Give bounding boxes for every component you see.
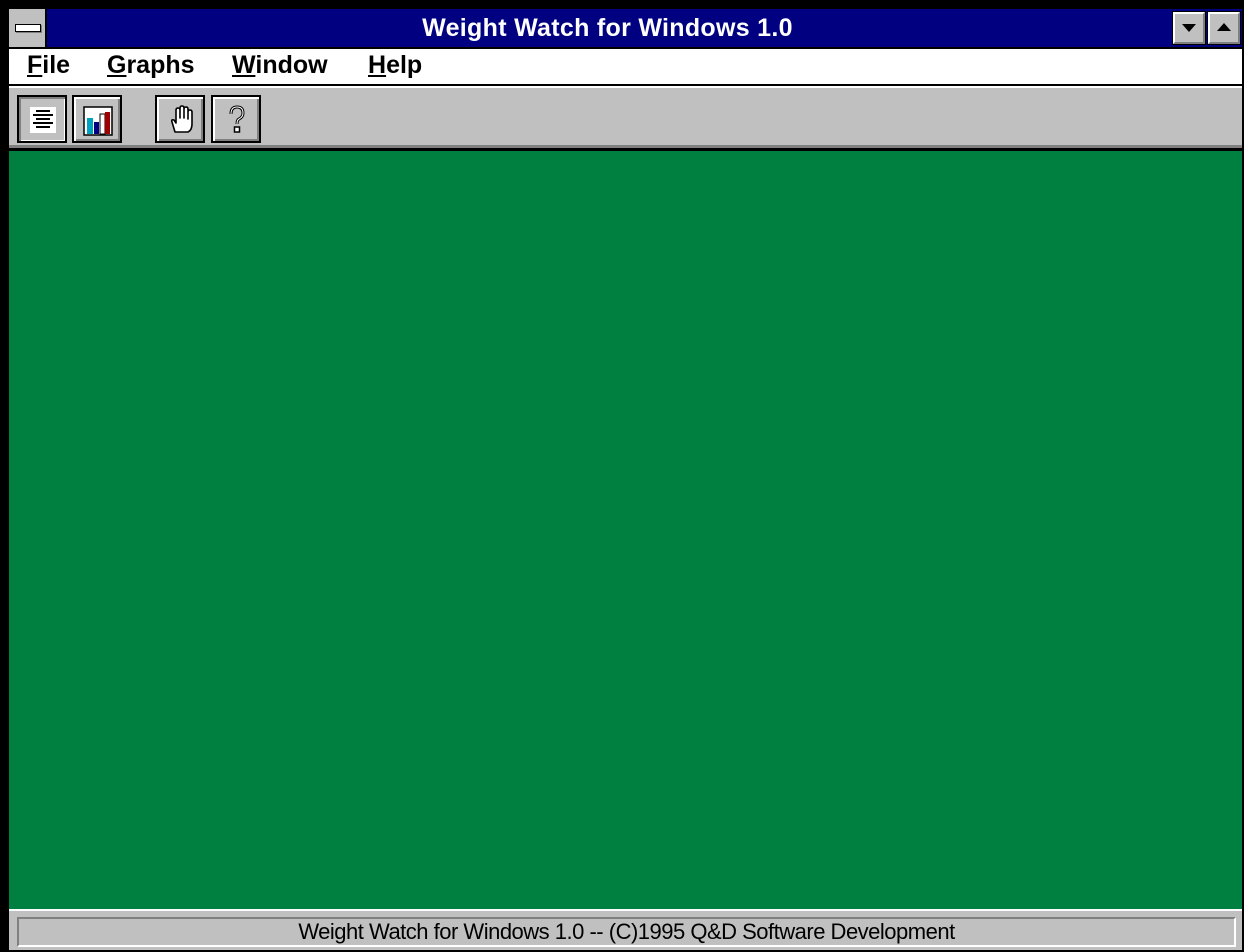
menu-window-label: indow <box>255 51 328 79</box>
menu-graphs[interactable]: Graphs <box>107 49 195 84</box>
menu-file-accelerator: F <box>27 51 43 79</box>
minimize-icon <box>1182 24 1196 32</box>
menu-bar: File Graphs Window Help <box>9 49 1242 86</box>
window-title: Weight Watch for Windows 1.0 <box>422 14 793 42</box>
help-button[interactable] <box>211 95 261 143</box>
text-lines-icon <box>30 107 56 133</box>
status-bar: Weight Watch for Windows 1.0 -- (C)1995 … <box>9 909 1242 950</box>
bar-chart-icon <box>83 106 113 136</box>
minimize-button[interactable] <box>1172 11 1206 45</box>
menu-window[interactable]: Window <box>232 49 328 84</box>
menu-window-accelerator: W <box>232 51 256 79</box>
menu-graphs-label: raphs <box>126 51 195 79</box>
menu-help-accelerator: H <box>368 51 387 79</box>
hand-tool-button[interactable] <box>155 95 205 143</box>
menu-file[interactable]: File <box>27 49 70 84</box>
hand-icon <box>170 105 193 133</box>
toolbar <box>9 86 1242 148</box>
menu-file-label: ile <box>42 51 71 79</box>
maximize-icon <box>1217 23 1231 31</box>
text-view-button[interactable] <box>17 95 67 143</box>
status-text: Weight Watch for Windows 1.0 -- (C)1995 … <box>17 917 1236 947</box>
title-bar[interactable]: Weight Watch for Windows 1.0 <box>9 9 1242 49</box>
menu-help-label: elp <box>386 51 423 79</box>
system-menu-button[interactable] <box>9 9 47 47</box>
menu-help[interactable]: Help <box>368 49 422 84</box>
graph-view-button[interactable] <box>72 95 122 143</box>
menu-graphs-accelerator: G <box>107 51 127 79</box>
system-menu-icon <box>15 24 41 32</box>
app-window: Weight Watch for Windows 1.0 File Graphs… <box>0 0 1244 952</box>
maximize-button[interactable] <box>1207 11 1241 45</box>
mdi-client-area[interactable] <box>9 151 1242 909</box>
question-mark-icon <box>229 105 245 133</box>
